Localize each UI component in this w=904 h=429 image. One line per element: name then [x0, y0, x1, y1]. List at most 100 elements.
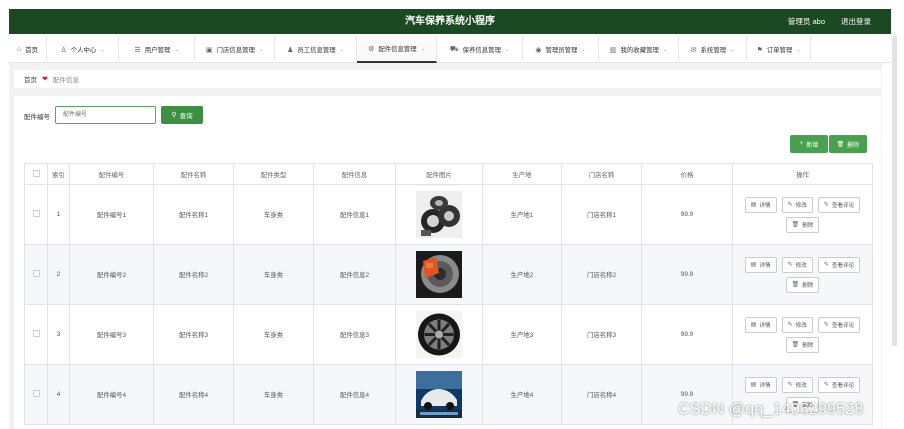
select-all-cell[interactable] [24, 163, 48, 185]
row-delete-button[interactable]: 🗑 删除 [785, 216, 820, 233]
edit-label: 修改 [795, 262, 807, 269]
nav-item-1[interactable]: ♙ 个人中心 ⌄ [47, 36, 119, 63]
main-nav-menu: ⌂ 首页 ♙ 个人中心 ⌄ ☰ 用户管理 ⌄ ▣ 门店信息管理 ⌄ ♟ 员工信息管理 ⌄ ⚙ 配件信息管理 ⌄ ⛟… [9, 36, 891, 63]
cell-type: 车身类 [233, 244, 314, 305]
row-select-cell[interactable] [24, 304, 48, 365]
pencil-icon: ✎ [787, 262, 793, 268]
view-reviews-button[interactable]: ✎ 查看评论 [817, 256, 861, 273]
part-image[interactable] [416, 311, 462, 358]
row-checkbox[interactable] [32, 270, 40, 277]
row-actions-cell: ▤ 详情 ✎ 修改 ✎ 查看评论 🗑 删除 [732, 244, 873, 305]
row-delete-button[interactable]: 🗑 删除 [785, 336, 820, 353]
cell-name: 配件名称4 [153, 364, 234, 425]
nav-item-9[interactable]: ✉ 系统管理 ⌄ [679, 36, 747, 63]
part-code-search-input[interactable] [55, 106, 156, 124]
nav-item-3[interactable]: ▣ 门店信息管理 ⌄ [195, 36, 275, 63]
batch-delete-button[interactable]: 🗑 删除 [829, 135, 867, 153]
user-icon: ♙ [60, 46, 67, 54]
cell-info: 配件信息1 [313, 184, 396, 245]
flag-icon: ⚑ [756, 46, 763, 54]
nav-item-0[interactable]: ⌂ 首页 [9, 36, 47, 63]
logout-link[interactable]: 退出登录 [841, 9, 871, 34]
column-header: 生产地 [482, 163, 562, 185]
cell-info: 配件信息4 [313, 364, 396, 425]
detail-button[interactable]: ▤ 详情 [744, 316, 777, 333]
part-image[interactable] [416, 251, 462, 298]
nav-item-6[interactable]: ⛟ 保养信息管理 ⌄ [437, 36, 523, 63]
part-image-cell [395, 184, 483, 245]
cell-name: 配件名称3 [153, 304, 234, 365]
row-checkbox[interactable] [32, 390, 40, 397]
home-icon: ⌂ [16, 46, 22, 53]
detail-button[interactable]: ▤ 详情 [744, 256, 777, 273]
edit-button[interactable]: ✎ 修改 [781, 316, 813, 333]
cell-code: 配件编号2 [69, 244, 154, 305]
breadcrumb-home[interactable]: 首页 [24, 74, 37, 84]
edit-button[interactable]: ✎ 修改 [781, 376, 813, 393]
car-icon: ⛟ [449, 46, 459, 53]
edit-button[interactable]: ✎ 修改 [781, 196, 813, 213]
view-reviews-button[interactable]: ✎ 查看评论 [817, 376, 861, 393]
add-button[interactable]: + 新增 [790, 135, 828, 153]
search-button[interactable]: ⚲ 查询 [161, 106, 203, 124]
detail-button[interactable]: ▤ 详情 [744, 376, 777, 393]
part-image[interactable] [416, 191, 462, 238]
cell-index: 4 [47, 364, 70, 425]
cell-type: 车身类 [233, 184, 314, 245]
wrench-icon: ⚙ [368, 45, 375, 53]
search-icon: ⚲ [171, 112, 177, 119]
pencil-icon: ✎ [787, 382, 793, 388]
part-image[interactable] [416, 371, 462, 418]
row-checkbox[interactable] [32, 210, 40, 217]
add-button-label: 新增 [806, 142, 819, 149]
pencil-icon: ✎ [823, 202, 829, 208]
cell-origin: 生产地1 [482, 184, 562, 245]
doc-icon: ▤ [750, 322, 757, 328]
cell-origin: 生产地2 [482, 244, 562, 305]
column-header: 配件类型 [233, 163, 314, 185]
person-icon: ♟ [287, 46, 294, 54]
edit-button[interactable]: ✎ 修改 [781, 256, 813, 273]
pencil-icon: ✎ [787, 322, 793, 328]
review-label: 查看评论 [831, 262, 855, 269]
nav-item-label: 首页 [25, 47, 38, 54]
detail-label: 详情 [759, 382, 771, 389]
pencil-icon: ✎ [787, 202, 793, 208]
row-delete-button[interactable]: 🗑 删除 [785, 276, 820, 293]
row-checkbox[interactable] [32, 330, 40, 337]
list-icon: ☰ [134, 46, 141, 54]
nav-item-label: 保养信息管理 [462, 47, 501, 54]
chevron-down-icon: ⌄ [730, 46, 735, 53]
top-header-bar: 汽车保养系统小程序 管理员 abo 退出登录 [9, 9, 891, 34]
chevron-down-icon: ⌄ [174, 46, 179, 53]
nav-item-label: 管理员管理 [545, 47, 578, 54]
nav-item-2[interactable]: ☰ 用户管理 ⌄ [119, 36, 195, 63]
row-select-cell[interactable] [24, 244, 48, 305]
cell-type: 车身类 [233, 364, 314, 425]
page-scrollbar[interactable] [892, 36, 897, 346]
nav-item-label: 系统管理 [700, 47, 727, 54]
mail-icon: ✉ [690, 46, 697, 54]
remove-label: 删除 [802, 222, 814, 229]
column-header: 门店名称 [561, 163, 642, 185]
cell-name: 配件名称1 [153, 184, 234, 245]
view-reviews-button[interactable]: ✎ 查看评论 [817, 196, 861, 213]
nav-item-4[interactable]: ♟ 员工信息管理 ⌄ [275, 36, 357, 63]
detail-button[interactable]: ▤ 详情 [744, 196, 777, 213]
column-header: 价格 [641, 163, 733, 185]
column-header: 操作 [732, 163, 873, 185]
detail-label: 详情 [759, 322, 771, 329]
current-user-label: 管理员 abo [787, 17, 825, 26]
nav-item-7[interactable]: ◉ 管理员管理 ⌄ [523, 36, 599, 63]
doc-icon: ▤ [750, 382, 757, 388]
pencil-icon: ✎ [823, 322, 829, 328]
cell-code: 配件编号3 [69, 304, 154, 365]
chevron-down-icon: ⌄ [504, 46, 510, 53]
row-select-cell[interactable] [24, 184, 48, 245]
select-all-checkbox[interactable] [32, 169, 40, 177]
nav-item-10[interactable]: ⚑ 订单管理 ⌄ [747, 36, 811, 63]
nav-item-8[interactable]: ▥ 我的收藏管理 ⌄ [599, 36, 679, 63]
nav-item-5[interactable]: ⚙ 配件信息管理 ⌄ [357, 36, 437, 63]
view-reviews-button[interactable]: ✎ 查看评论 [817, 316, 861, 333]
row-select-cell[interactable] [24, 364, 48, 425]
